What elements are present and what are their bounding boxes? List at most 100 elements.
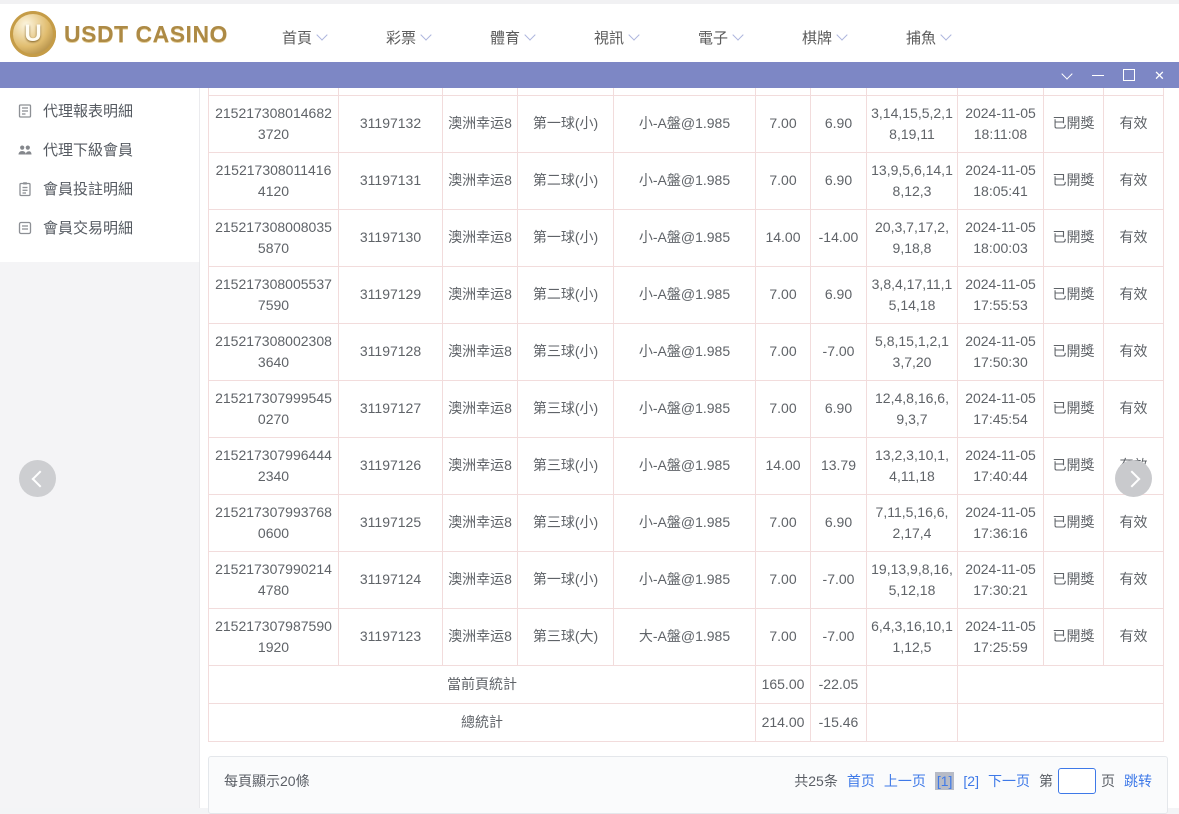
cell-status: 已開獎: [1044, 494, 1104, 551]
cell-amount: 7.00: [756, 494, 811, 551]
table-row: 2152173079902144780 31197124 澳洲幸运8 第一球(小…: [209, 551, 1164, 608]
table-row: 2152173080146823720 31197132 澳洲幸运8 第一球(小…: [209, 95, 1164, 152]
logo-letter: U: [24, 20, 41, 48]
cell-draw-result: 19,13,9,8,16,5,12,18: [867, 551, 958, 608]
cell-status: 已開獎: [1044, 209, 1104, 266]
page-jump-input[interactable]: [1058, 768, 1096, 794]
chevron-down-icon: [420, 29, 431, 40]
cell-validity: 有效: [1104, 551, 1164, 608]
scroll-right-button[interactable]: [1115, 460, 1152, 497]
sidebar-background: [0, 262, 200, 808]
brand-name: USDT CASINO: [64, 21, 228, 48]
cell-play-type: 第一球(小): [518, 209, 614, 266]
sidebar-item-label: 代理下級會員: [43, 139, 133, 160]
cell-game: 澳洲幸运8: [443, 494, 518, 551]
sidebar-item-label: 會員交易明細: [43, 217, 133, 238]
chevron-down-icon: [628, 29, 639, 40]
cell-game: 澳洲幸运8: [443, 437, 518, 494]
cell-win-loss: -7.00: [811, 608, 867, 665]
close-icon[interactable]: ✕: [1144, 62, 1175, 88]
bet-detail-icon: [17, 181, 33, 197]
summary-win-loss: -15.46: [811, 703, 867, 741]
cell-validity: 有效: [1104, 266, 1164, 323]
cell-play-type: 第三球(小): [518, 494, 614, 551]
page-summary-row: 當前頁統計 165.00 -22.05: [209, 665, 1164, 703]
cell-bet-content: 小-A盤@1.985: [614, 323, 756, 380]
cell-period: 31197130: [339, 209, 443, 266]
nav-label: 電子: [698, 27, 728, 48]
sidebar-item-agent-report[interactable]: 代理報表明細: [0, 91, 199, 130]
cell-win-loss: 6.90: [811, 95, 867, 152]
cell-win-loss: -14.00: [811, 209, 867, 266]
cell-amount: 7.00: [756, 608, 811, 665]
summary-empty-cell: [867, 703, 958, 741]
summary-label: 總統計: [209, 703, 756, 741]
cell-win-loss: 6.90: [811, 152, 867, 209]
page-number-2[interactable]: [2]: [963, 773, 979, 789]
jump-group: 第 页: [1039, 768, 1115, 794]
sidebar-item-member-transactions[interactable]: 會員交易明細: [0, 208, 199, 247]
cell-time: 2024-11-05 17:25:59: [958, 608, 1044, 665]
cell-time: 2024-11-05 18:00:03: [958, 209, 1044, 266]
cell-amount: 7.00: [756, 380, 811, 437]
nav-item-lottery[interactable]: 彩票: [356, 27, 460, 48]
chevron-down-icon: [316, 29, 327, 40]
cell-game: 澳洲幸运8: [443, 266, 518, 323]
nav-item-slots[interactable]: 電子: [668, 27, 772, 48]
nav-item-sports[interactable]: 體育: [460, 27, 564, 48]
nav-item-fishing[interactable]: 捕魚: [876, 27, 980, 48]
cell-bet-content: 小-A盤@1.985: [614, 209, 756, 266]
cell-bet-content: 小-A盤@1.985: [614, 494, 756, 551]
cell-validity: 有效: [1104, 380, 1164, 437]
table-row: 2152173079937680600 31197125 澳洲幸运8 第三球(小…: [209, 494, 1164, 551]
cell-draw-result: 13,9,5,6,14,18,12,3: [867, 152, 958, 209]
nav-label: 捕魚: [906, 27, 936, 48]
cell-period: 31197128: [339, 323, 443, 380]
cell-time: 2024-11-05 17:40:44: [958, 437, 1044, 494]
cell-win-loss: 13.79: [811, 437, 867, 494]
nav-item-cards[interactable]: 棋牌: [772, 27, 876, 48]
cell-validity: 有效: [1104, 494, 1164, 551]
summary-empty-cell: [958, 665, 1164, 703]
cell-play-type: 第二球(小): [518, 266, 614, 323]
sidebar-item-member-bets[interactable]: 會員投註明細: [0, 169, 199, 208]
cell-draw-result: 5,8,15,1,2,13,7,20: [867, 323, 958, 380]
cell-play-type: 第二球(小): [518, 152, 614, 209]
cell-game: 澳洲幸运8: [443, 209, 518, 266]
cell-status: 已開獎: [1044, 152, 1104, 209]
sidebar-menu: 代理報表明細 代理下級會員 會員投註明細 會員交易明細: [0, 88, 200, 262]
cell-play-type: 第一球(小): [518, 95, 614, 152]
cell-time: 2024-11-05 17:36:16: [958, 494, 1044, 551]
cell-order-id: 2152173079937680600: [209, 494, 339, 551]
nav-item-live[interactable]: 視訊: [564, 27, 668, 48]
cell-validity: 有效: [1104, 209, 1164, 266]
chevron-down-icon: [524, 29, 535, 40]
nav-item-home[interactable]: 首頁: [252, 27, 356, 48]
report-icon: [17, 103, 33, 119]
cell-bet-content: 小-A盤@1.985: [614, 380, 756, 437]
collapse-chevron-icon[interactable]: [1051, 62, 1082, 88]
cell-validity: 有效: [1104, 323, 1164, 380]
table-row: 2152173079875901920 31197123 澳洲幸运8 第三球(大…: [209, 608, 1164, 665]
scroll-left-button[interactable]: [19, 460, 56, 497]
chevron-left-icon: [31, 470, 48, 487]
prev-page-link[interactable]: 上一页: [884, 771, 926, 791]
cell-time: 2024-11-05 17:45:54: [958, 380, 1044, 437]
jump-button[interactable]: 跳转: [1124, 771, 1152, 791]
page-number-1[interactable]: [1]: [935, 772, 955, 790]
first-page-link[interactable]: 首页: [847, 771, 875, 791]
cell-bet-content: 小-A盤@1.985: [614, 266, 756, 323]
app-header: U USDT CASINO 首頁 彩票 體育 視訊 電子 棋牌 捕魚: [0, 4, 1179, 62]
nav-label: 視訊: [594, 27, 624, 48]
cell-period: 31197124: [339, 551, 443, 608]
maximize-icon[interactable]: [1113, 62, 1144, 88]
cell-draw-result: 3,8,4,17,11,15,14,18: [867, 266, 958, 323]
transaction-icon: [17, 220, 33, 236]
nav-label: 體育: [490, 27, 520, 48]
cell-status: 已開獎: [1044, 551, 1104, 608]
cell-amount: 7.00: [756, 266, 811, 323]
minimize-icon[interactable]: [1082, 62, 1113, 88]
next-page-link[interactable]: 下一页: [988, 771, 1030, 791]
cell-bet-content: 小-A盤@1.985: [614, 551, 756, 608]
sidebar-item-agent-members[interactable]: 代理下級會員: [0, 130, 199, 169]
